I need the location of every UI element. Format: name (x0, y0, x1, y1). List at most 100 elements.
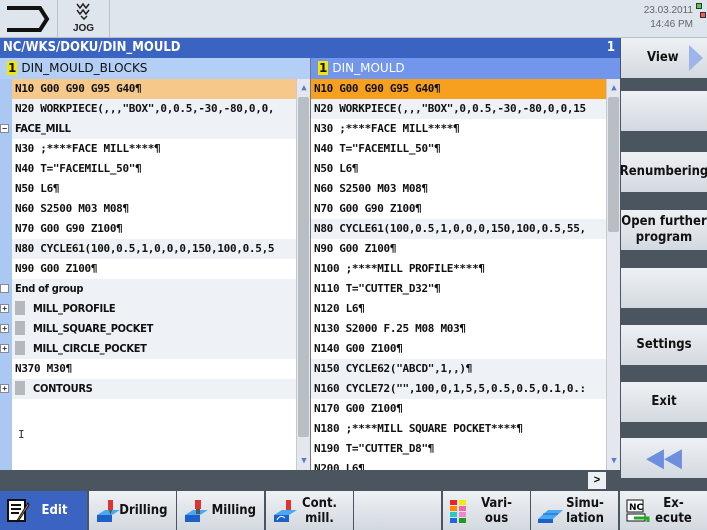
vertical-softkey-3[interactable]: Renumbering (620, 152, 707, 192)
line-text: N30 ;****FACE MILL****¶ (314, 122, 460, 135)
horizontal-softkey-edit[interactable]: Edit (0, 491, 87, 530)
horizontal-softkey-contmill[interactable]: Cont. mill. (265, 491, 353, 530)
code-line[interactable]: N140 G00 Z100¶ (311, 339, 606, 359)
code-line[interactable]: N10 G00 G90 G95 G40¶ (311, 79, 606, 99)
code-line[interactable]: N50 L6¶ (311, 159, 606, 179)
line-text: N160 CYCLE72("",100,0,1,5,5,0.5,0.5,0.1,… (314, 382, 586, 395)
vertical-softkey-4[interactable]: Open further program (621, 210, 707, 250)
code-line[interactable]: N130 S2000 F.25 M08 M03¶ (311, 319, 606, 339)
code-line[interactable]: N200 L6¶ (311, 459, 606, 470)
simulation-icon (538, 510, 563, 523)
code-line[interactable]: N150 CYCLE62("ABCD",1,,)¶ (311, 359, 606, 379)
scroll-down-icon[interactable]: ▼ (298, 454, 310, 468)
milling-icon (185, 500, 208, 522)
code-line[interactable]: N90 G00 Z100¶ (311, 239, 606, 259)
line-text: N50 L6¶ (15, 182, 60, 195)
line-text: N80 CYCLE61(100,0.5,1,0,0,0,150,100,0.5,… (15, 242, 275, 255)
code-line[interactable]: N120 L6¶ (311, 299, 606, 319)
vertical-softkey-6[interactable]: Settings (621, 325, 707, 365)
code-line[interactable]: N190 T="CUTTER_D8"¶ (311, 439, 606, 459)
mode-label: JOG (72, 23, 95, 34)
jog-mode-button[interactable]: JOG (58, 0, 110, 38)
menu-back-button[interactable] (0, 0, 58, 38)
line-text: N70 G00 G90 Z100¶ (15, 222, 123, 235)
group-row[interactable]: + MILL_CIRCLE_POCKET (0, 339, 296, 359)
line-text: N30 ;****FACE MILL****¶ (15, 142, 161, 155)
horizontal-softkey-execute[interactable]: NC Ex- ecute (619, 491, 707, 530)
scroll-thumb[interactable] (298, 97, 309, 437)
code-line[interactable]: N20 WORKPIECE(,,,"BOX",0,0.5,-30,-80,0,0… (311, 99, 606, 119)
expand-icon[interactable]: + (0, 344, 9, 353)
scroll-up-icon[interactable]: ▲ (298, 81, 310, 95)
code-line[interactable]: N10 G00 G90 G95 G40¶ (12, 79, 296, 99)
expand-icon[interactable]: + (0, 384, 9, 393)
collapse-icon[interactable]: − (0, 124, 9, 133)
code-line[interactable]: − FACE_MILL (0, 119, 296, 139)
code-line[interactable]: N70 G00 G90 Z100¶ (311, 199, 606, 219)
left-editor-panel[interactable]: 1 DIN_MOULD_BLOCKS N10 G00 G90 G95 G40¶ N2… (0, 58, 310, 470)
line-text: N60 S2500 M03 M08¶ (314, 182, 428, 195)
vertical-softkey-7[interactable]: Exit (621, 382, 707, 422)
group-end-icon[interactable] (0, 284, 9, 293)
softkey-label: Edit (41, 503, 68, 518)
code-line[interactable]: N30 ;****FACE MILL****¶ (12, 139, 296, 159)
line-text: N170 G00 Z100¶ (314, 402, 403, 415)
back-icon: ◀◀ (646, 443, 682, 473)
code-line[interactable]: N170 G00 Z100¶ (311, 399, 606, 419)
right-panel-header: 1 DIN_MOULD (311, 58, 620, 79)
code-line[interactable]: N20 WORKPIECE(,,,"BOX",0,0.5,-30,-80,0,0… (12, 99, 296, 119)
right-editor-panel[interactable]: 1 DIN_MOULD N10 G00 G90 G95 G40¶ N20 WORKP… (310, 58, 620, 470)
horizontal-softkey-various[interactable]: Vari- ous (442, 491, 530, 530)
line-text: N110 T="CUTTER_D32"¶ (314, 282, 441, 295)
code-line[interactable]: N100 ;****MILL PROFILE****¶ (311, 259, 606, 279)
horizontal-softkey-drilling[interactable]: Drilling (88, 491, 176, 530)
code-line[interactable]: N180 ;****MILL SQUARE POCKET****¶ (311, 419, 606, 439)
code-line[interactable]: N370 M30¶ (12, 359, 296, 379)
line-text: N40 T="FACEMILL_50"¶ (15, 162, 142, 175)
vertical-softkey-1[interactable]: View (621, 38, 707, 78)
code-line[interactable]: N50 L6¶ (12, 179, 296, 199)
line-text: End of group (15, 282, 84, 295)
line-text: MILL_SQUARE_POCKET (33, 322, 154, 335)
code-line[interactable]: N40 T="FACEMILL_50"¶ (311, 139, 606, 159)
expand-icon[interactable]: + (0, 324, 9, 333)
line-text: N60 S2500 M03 M08¶ (15, 202, 129, 215)
code-line[interactable]: N160 CYCLE72("",100,0,1,5,5,0.5,0.5,0.1,… (311, 379, 606, 399)
line-text: FACE_MILL (15, 122, 71, 135)
line-text: N50 L6¶ (314, 162, 359, 175)
horizontal-softkey-milling[interactable]: Milling (177, 491, 264, 530)
softkey-label: Milling (211, 503, 256, 518)
softkey-label: Settings (636, 337, 692, 352)
code-line[interactable]: N40 T="FACEMILL_50"¶ (12, 159, 296, 179)
code-line[interactable]: N110 T="CUTTER_D32"¶ (311, 279, 606, 299)
line-text: N140 G00 Z100¶ (314, 342, 403, 355)
code-line[interactable]: N30 ;****FACE MILL****¶ (311, 119, 606, 139)
code-line[interactable]: N80 CYCLE61(100,0.5,1,0,0,0,150,100,0.5,… (311, 219, 606, 239)
vertical-softkey-2[interactable] (621, 91, 707, 131)
scroll-thumb[interactable] (608, 97, 619, 232)
code-line[interactable]: End of group (0, 279, 296, 299)
left-scrollbar[interactable]: ▲ ▼ (296, 79, 310, 470)
code-line[interactable]: N60 S2500 M03 M08¶ (311, 179, 606, 199)
expand-icon[interactable]: + (0, 304, 9, 313)
panel-number: 1 (7, 61, 18, 75)
scroll-right-button[interactable]: > (588, 472, 606, 489)
horizontal-softkey-simulation[interactable]: Simu- lation (531, 491, 618, 530)
group-row[interactable]: + MILL_POROFILE (0, 299, 296, 319)
line-text: N80 CYCLE61(100,0.5,1,0,0,0,150,100,0.5,… (314, 222, 586, 235)
scroll-up-icon[interactable]: ▲ (608, 81, 620, 95)
group-row[interactable]: + MILL_SQUARE_POCKET (0, 319, 296, 339)
line-text: N180 ;****MILL SQUARE POCKET****¶ (314, 422, 523, 435)
vertical-softkey-5[interactable] (621, 268, 707, 308)
svg-text:NC: NC (629, 503, 644, 513)
code-line[interactable]: N90 G00 Z100¶ (12, 259, 296, 279)
right-scrollbar[interactable]: ▲ ▼ (606, 79, 620, 470)
scroll-down-icon[interactable]: ▼ (608, 454, 620, 468)
code-line[interactable]: N70 G00 G90 Z100¶ (12, 219, 296, 239)
back-softkey[interactable]: ◀◀ (621, 438, 707, 478)
execute-icon: NC (626, 499, 649, 522)
horizontal-softkey-empty[interactable] (354, 491, 441, 530)
code-line[interactable]: N80 CYCLE61(100,0.5,1,0,0,0,150,100,0.5,… (12, 239, 296, 259)
code-line[interactable]: N60 S2500 M03 M08¶ (12, 199, 296, 219)
group-row[interactable]: + CONTOURS (0, 379, 296, 399)
